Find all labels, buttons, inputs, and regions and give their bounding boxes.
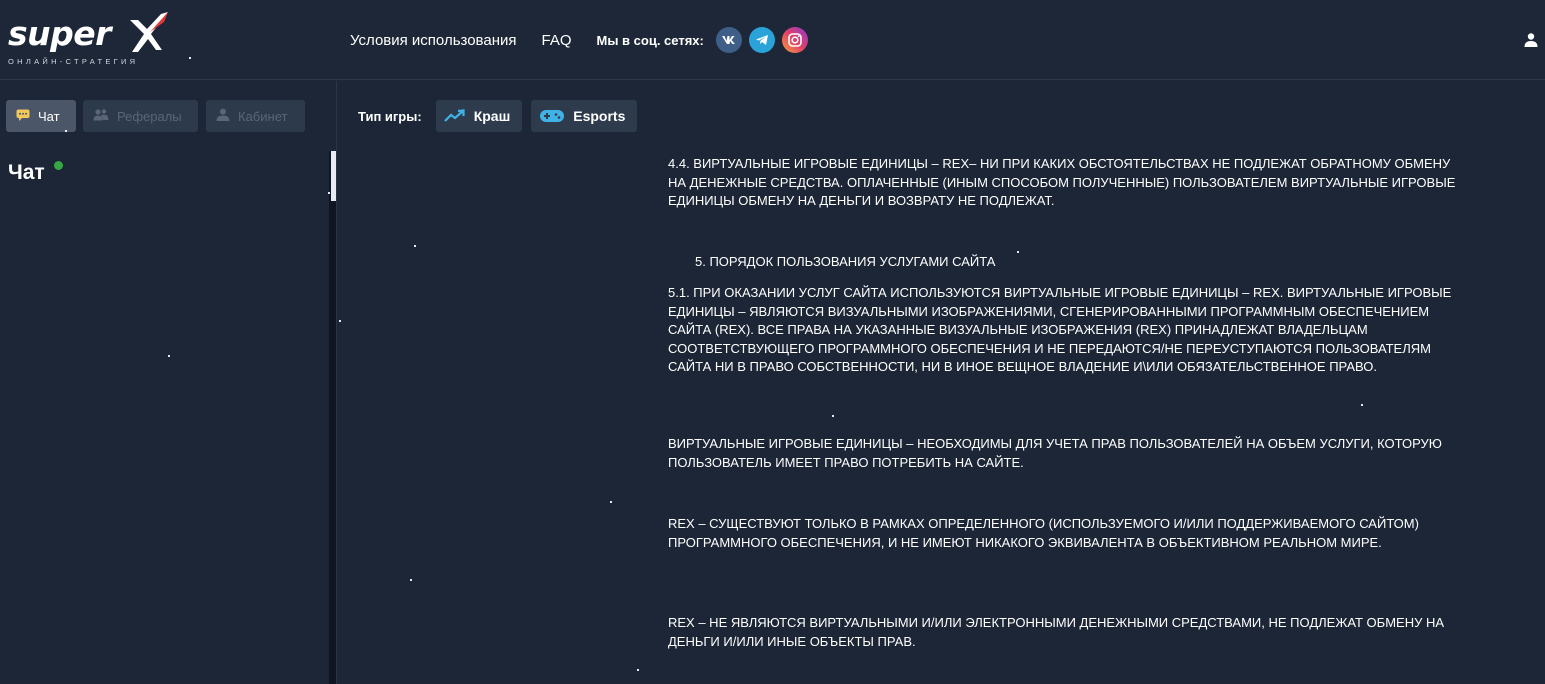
clause-rex-not-money: REX – не являются виртуальными и/или эле… bbox=[668, 615, 1445, 649]
star-dot bbox=[1361, 404, 1363, 406]
chat-scrollbar-thumb[interactable] bbox=[331, 151, 336, 201]
clause-5-1: 5.1. При оказании услуг сайта используют… bbox=[668, 285, 1452, 374]
chat-icon bbox=[16, 109, 30, 124]
game-type-label: Тип игры: bbox=[358, 108, 422, 124]
faq-link[interactable]: FAQ bbox=[542, 32, 572, 49]
star-dot bbox=[414, 245, 416, 247]
esports-button[interactable]: Esports bbox=[531, 100, 638, 132]
telegram-icon[interactable] bbox=[748, 27, 775, 53]
crash-chart-icon bbox=[443, 109, 466, 123]
vk-icon[interactable] bbox=[715, 27, 742, 53]
cabinet-icon bbox=[216, 108, 230, 124]
clause-4-4: 4.4. Виртуальные игровые единицы – REX– … bbox=[668, 156, 1456, 208]
crash-button-label: Краш bbox=[473, 108, 511, 124]
star-dot bbox=[189, 57, 191, 59]
terms-link[interactable]: Условия использования bbox=[350, 32, 517, 49]
clause-virtual-units: Виртуальные игровые единицы – необходимы… bbox=[668, 436, 1442, 470]
logo-x-mark bbox=[130, 12, 168, 52]
crash-button[interactable]: Краш bbox=[435, 100, 523, 132]
instagram-icon[interactable] bbox=[781, 27, 808, 53]
star-dot bbox=[328, 192, 330, 194]
star-dot bbox=[832, 415, 834, 417]
chat-scrollbar-track[interactable] bbox=[329, 151, 336, 684]
section-5-heading: 5. Порядок пользования услугами сайта bbox=[695, 254, 996, 269]
online-indicator bbox=[54, 161, 63, 170]
star-dot bbox=[65, 130, 67, 132]
chat-title: Чат bbox=[8, 161, 45, 184]
top-header: super ОНЛАЙН-СТРАТЕГИЯ Условия использов… bbox=[0, 0, 1545, 80]
top-nav: Условия использования FAQ Мы в соц. сетя… bbox=[350, 0, 815, 80]
tab-cabinet-label: Кабинет bbox=[238, 108, 288, 124]
star-dot bbox=[1017, 251, 1019, 253]
sidebar: Чат Рефералы Кабинет Чат bbox=[0, 81, 337, 684]
superx-logo[interactable]: super ОНЛАЙН-СТРАТЕГИЯ bbox=[8, 12, 183, 72]
referrals-icon bbox=[93, 108, 109, 124]
star-dot bbox=[168, 355, 170, 357]
esports-button-label: Esports bbox=[573, 108, 626, 124]
star-dot bbox=[410, 579, 412, 581]
game-type-selector: Тип игры: Краш Esports bbox=[358, 100, 646, 132]
tab-cabinet[interactable]: Кабинет bbox=[206, 100, 305, 132]
tab-referrals[interactable]: Рефералы bbox=[83, 100, 198, 132]
gamepad-icon bbox=[539, 109, 565, 123]
tab-chat[interactable]: Чат bbox=[6, 100, 76, 132]
logo-tagline: ОНЛАЙН-СТРАТЕГИЯ bbox=[8, 57, 139, 66]
tab-referrals-label: Рефералы bbox=[117, 108, 182, 124]
star-dot bbox=[339, 320, 341, 322]
social-label: Мы в соц. сетях: bbox=[596, 32, 704, 48]
clause-rex-scope: REX – существуют только в рамках определ… bbox=[668, 516, 1419, 550]
star-dot bbox=[610, 501, 612, 503]
star-dot bbox=[637, 669, 639, 671]
user-icon[interactable] bbox=[1523, 32, 1539, 48]
tab-chat-label: Чат bbox=[38, 108, 60, 124]
logo-wordmark: super bbox=[8, 14, 111, 53]
